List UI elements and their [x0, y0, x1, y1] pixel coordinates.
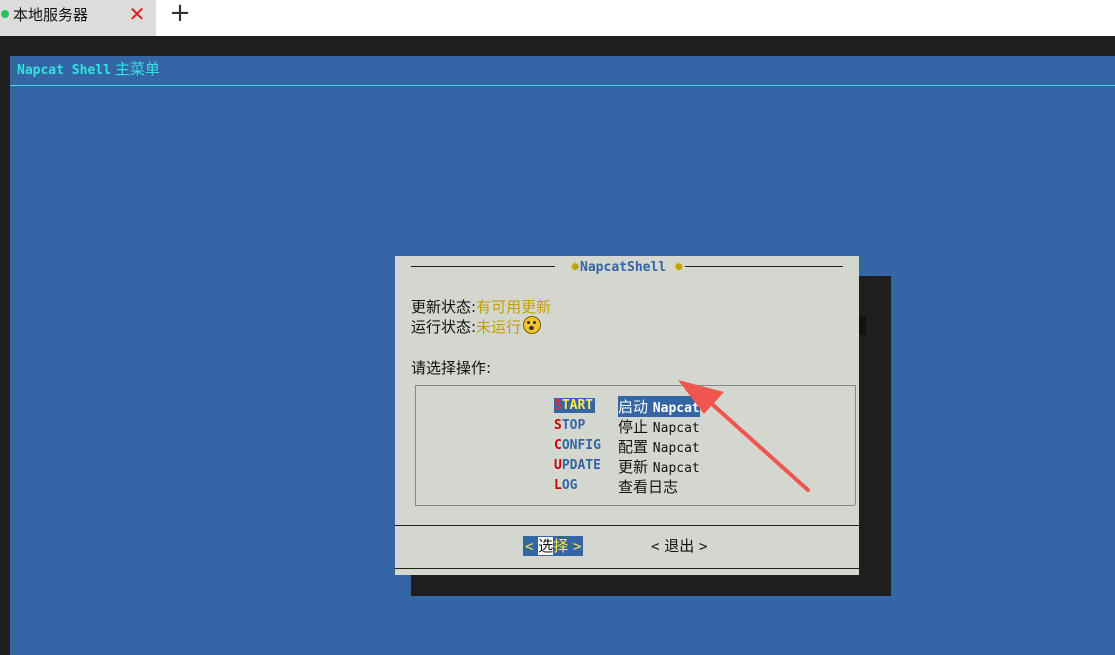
sleeping-face-icon	[523, 316, 542, 334]
header-divider	[10, 85, 1115, 86]
menu-item-desc: 查看日志	[618, 476, 678, 497]
dialog-title-text: NapcatShell	[580, 260, 667, 275]
menu-item-desc-en: Napcat	[652, 441, 700, 456]
header-app-name: Napcat Shell	[17, 63, 111, 78]
menu-item-desc: 停止 Napcat	[618, 416, 700, 437]
dialog-title: ✸NapcatShell ✸	[395, 256, 859, 278]
menu-item-start[interactable]: START 启动 Napcat	[554, 396, 714, 417]
tab-bar: 本地服务器 ✕ +	[0, 0, 1115, 36]
tui-screen: Napcat Shell 主菜单 ✸NapcatShell ✸ 更新状态:有可用更…	[10, 56, 1115, 655]
run-status-label: 运行状态:	[411, 318, 477, 336]
frame-mid-rule	[395, 525, 859, 526]
hotkey-letter: U	[554, 458, 562, 473]
exit-button-label: 退出	[664, 537, 695, 555]
connection-status-icon	[1, 10, 9, 18]
menu-item-desc: 配置 Napcat	[618, 436, 700, 457]
menu-item-tag: CONFIG	[554, 438, 601, 453]
select-button-label: 选	[538, 537, 554, 555]
napcat-dialog: ✸NapcatShell ✸ 更新状态:有可用更新 运行状态:未运行 请选择操作…	[395, 256, 874, 575]
tui-header: Napcat Shell 主菜单	[17, 58, 160, 79]
terminal-window[interactable]: Napcat Shell 主菜单 ✸NapcatShell ✸ 更新状态:有可用更…	[0, 36, 1115, 655]
hotkey-letter: S	[554, 418, 562, 433]
left-angle-icon: <	[651, 539, 660, 555]
menu-item-desc-zh: 更新	[618, 458, 649, 476]
hotkey-letter: C	[554, 438, 562, 453]
menu-box-right	[855, 385, 856, 505]
menu-item-desc: 更新 Napcat	[618, 456, 700, 477]
select-button[interactable]: < 选择 >	[523, 536, 584, 556]
header-title: 主菜单	[114, 60, 160, 78]
close-tab-icon[interactable]: ✕	[126, 2, 148, 26]
menu-item-tag: STOP	[554, 418, 586, 433]
menu-item-desc-en: Napcat	[652, 421, 700, 436]
menu-item-tag: LOG	[554, 478, 578, 493]
hotkey-letter: S	[554, 398, 562, 413]
menu-item-tag: START	[554, 398, 596, 413]
right-angle-icon: >	[699, 539, 708, 555]
star-icon: ✸	[570, 256, 581, 275]
update-status-value: 有可用更新	[476, 298, 552, 316]
run-status: 运行状态:未运行	[411, 316, 542, 337]
menu-item-desc: 启动 Napcat	[618, 396, 700, 417]
select-button-label-rest: 择	[553, 537, 569, 555]
menu-item-log[interactable]: LOG 查看日志	[554, 476, 714, 496]
menu-item-desc-zh: 配置	[618, 438, 649, 456]
menu-list: START 启动 Napcat STOP 停止 Napcat CONFIG 配置…	[415, 386, 855, 506]
frame-right	[873, 276, 874, 569]
star-icon: ✸	[673, 256, 684, 275]
menu-item-desc-zh: 停止	[618, 418, 649, 436]
menu-item-desc-zh: 启动	[618, 398, 649, 416]
menu-item-desc-en: Napcat	[652, 401, 700, 416]
hotkey-letter: L	[554, 478, 562, 493]
frame-bottom	[395, 568, 873, 569]
menu-item-tag: UPDATE	[554, 458, 601, 473]
update-status-label: 更新状态:	[411, 298, 477, 316]
menu-item-desc-en: Napcat	[652, 461, 700, 476]
menu-item-config[interactable]: CONFIG 配置 Napcat	[554, 436, 714, 456]
left-angle-icon: <	[525, 539, 534, 555]
exit-button[interactable]: < 退出 >	[651, 536, 707, 556]
right-angle-icon: >	[573, 539, 582, 555]
menu-prompt: 请选择操作:	[411, 359, 492, 377]
tab-local-server[interactable]: 本地服务器 ✕	[0, 0, 156, 36]
menu-item-update[interactable]: UPDATE 更新 Napcat	[554, 456, 714, 476]
new-tab-icon[interactable]: +	[168, 0, 192, 28]
menu-item-desc-zh: 查看日志	[618, 478, 679, 496]
update-status: 更新状态:有可用更新	[411, 296, 551, 317]
menu-item-stop[interactable]: STOP 停止 Napcat	[554, 416, 714, 436]
scrollbar[interactable]	[859, 316, 866, 335]
tab-title: 本地服务器	[13, 6, 89, 24]
run-status-value: 未运行	[476, 318, 522, 336]
